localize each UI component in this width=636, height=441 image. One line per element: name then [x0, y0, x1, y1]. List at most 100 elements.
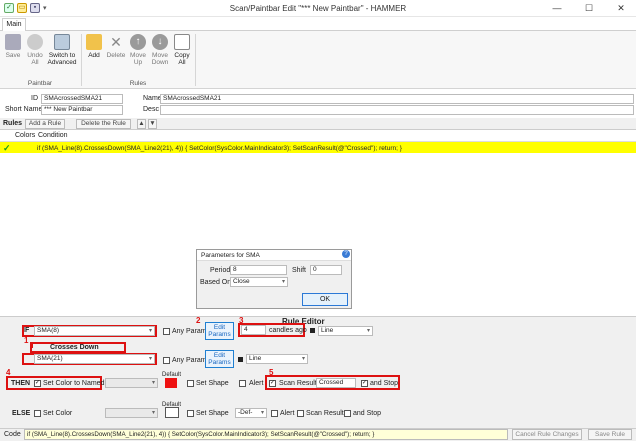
set-shape-label: Set Shape: [196, 380, 229, 387]
period-label: Period: [210, 267, 231, 274]
crosses-select[interactable]: Crosses Down: [50, 344, 99, 351]
any-params-checkbox-2[interactable]: [163, 357, 170, 364]
ribbon-separator: [81, 34, 82, 86]
else-set-shape-checkbox[interactable]: [187, 410, 194, 417]
maximize-button[interactable]: ☐: [574, 1, 604, 16]
delete-ribbon-button[interactable]: ✕ Delete: [106, 34, 126, 59]
and-stop-label: and Stop: [370, 380, 399, 387]
else-set-shape-label: Set Shape: [196, 410, 229, 417]
undo-icon: [27, 34, 43, 50]
window-title: Scan/Paintbar Edit "*** New Paintbar" - …: [229, 4, 407, 13]
id-label: ID: [31, 95, 38, 102]
else-set-color-label: Set Color: [43, 410, 73, 417]
code-label: Code: [4, 431, 21, 438]
minimize-button[interactable]: —: [542, 1, 572, 16]
candles-ago-field[interactable]: 4: [241, 325, 266, 335]
short-name-label: Short Name: [5, 106, 43, 113]
marker-2: 2: [196, 316, 201, 325]
then-label: THEN: [11, 380, 31, 387]
help-icon[interactable]: ?: [342, 250, 350, 258]
else-alert-checkbox[interactable]: [271, 410, 278, 417]
based-on-select[interactable]: Close: [230, 277, 288, 287]
line-type-select-2[interactable]: Line: [246, 354, 308, 364]
condition-column-header: Condition: [38, 132, 68, 139]
save-ribbon-button[interactable]: Save: [4, 34, 22, 59]
and-stop-checkbox[interactable]: ✓: [361, 380, 368, 387]
rule-down-icon[interactable]: ▼: [148, 119, 157, 129]
add-rule-button[interactable]: Add a Rule: [25, 119, 65, 129]
copy-icon: [174, 34, 190, 50]
alert-checkbox[interactable]: [239, 380, 246, 387]
else-label: ELSE: [12, 410, 31, 417]
delete-rule-button[interactable]: Delete the Rule: [76, 119, 131, 129]
tab-main[interactable]: Main: [2, 18, 26, 32]
else-alert-label: Alert: [280, 410, 295, 417]
color-swatch[interactable]: [165, 378, 177, 388]
tab-strip: [0, 17, 636, 31]
edit-params-button-2[interactable]: Edit Params: [205, 350, 234, 368]
else-scan-result-label: Scan Result: [306, 410, 344, 417]
cancel-rule-changes-button[interactable]: Cancel Rule Changes: [512, 429, 582, 440]
shift-label: Shift: [292, 267, 307, 274]
id-field[interactable]: SMAcrossedSMA21: [41, 94, 123, 104]
dialog-title: Parameters for SMA: [197, 250, 351, 261]
any-params-checkbox[interactable]: [163, 328, 170, 335]
desc-label: Desc: [143, 106, 159, 113]
alert-label: Alert: [249, 380, 264, 387]
marker-1: 1: [24, 336, 29, 345]
ok-button[interactable]: OK: [302, 293, 348, 306]
switch-advanced-icon: [54, 34, 70, 50]
if-indicator-select[interactable]: SMA(8): [34, 326, 155, 336]
line-type-select[interactable]: Line: [318, 326, 373, 336]
colors-column-header: Colors: [15, 132, 36, 139]
set-color-checkbox[interactable]: ✓: [34, 380, 41, 387]
name-field[interactable]: SMAcrossedSMA21: [160, 94, 634, 104]
desc-field[interactable]: [160, 105, 634, 115]
shift-field[interactable]: 0: [310, 265, 342, 275]
move-down-icon: ↓: [152, 34, 168, 50]
else-set-color-checkbox[interactable]: [34, 410, 41, 417]
move-down-button[interactable]: ↓ Move Down: [150, 34, 170, 66]
paintbar-group-label: Paintbar: [27, 80, 53, 87]
rule-up-icon[interactable]: ▲: [137, 119, 146, 129]
line-color-swatch: [310, 328, 315, 333]
based-on-label: Based On: [200, 279, 232, 286]
save-rule-button[interactable]: Save Rule: [588, 429, 632, 440]
scan-result-field[interactable]: Crossed: [316, 378, 356, 388]
close-button[interactable]: ✕: [606, 1, 636, 16]
short-name-field[interactable]: *** New Paintbar: [41, 105, 123, 115]
rules-column-header: [0, 130, 636, 142]
rules-group-label: Rules: [129, 80, 147, 87]
ribbon-separator: [195, 34, 196, 86]
scan-result-checkbox[interactable]: ✓: [269, 380, 276, 387]
name-label: Name: [143, 95, 162, 102]
copy-all-button[interactable]: Copy All: [172, 34, 192, 66]
set-shape-checkbox[interactable]: [187, 380, 194, 387]
code-field[interactable]: if (SMA_Line(8).CrossesDown(SMA_Line2(21…: [24, 429, 508, 440]
arrow-down-icon: [31, 344, 33, 348]
rule-condition-cell: if (SMA_Line(8).CrossesDown(SMA_Line2(21…: [37, 145, 402, 152]
move-up-icon: ↑: [130, 34, 146, 50]
add-rule-ribbon-button[interactable]: Add: [84, 34, 104, 59]
add-folder-icon: [86, 34, 102, 50]
set-color-label: Set Color to Named: [43, 380, 105, 387]
else-scan-result-checkbox[interactable]: [297, 410, 304, 417]
move-up-button[interactable]: ↑ Move Up: [128, 34, 148, 66]
delete-icon: ✕: [110, 34, 122, 50]
period-field[interactable]: 8: [230, 265, 287, 275]
rules-title: Rules: [3, 120, 23, 127]
edit-params-button[interactable]: Edit Params: [205, 322, 234, 340]
line-color-swatch-2: [238, 357, 243, 362]
undo-all-button[interactable]: Undo All: [26, 34, 44, 66]
else-color-select[interactable]: [105, 408, 158, 418]
named-color-select[interactable]: [105, 378, 158, 388]
save-icon: [5, 34, 21, 50]
else-shape-select[interactable]: -Def-: [235, 408, 267, 418]
else-and-stop-label: and Stop: [353, 410, 382, 417]
scan-result-label: Scan Result: [279, 380, 317, 387]
candles-ago-label: candles ago: [269, 327, 307, 334]
else-color-swatch[interactable]: [165, 407, 179, 418]
else-and-stop-checkbox[interactable]: [344, 410, 351, 417]
second-indicator-select[interactable]: SMA(21): [34, 354, 155, 364]
switch-advanced-button[interactable]: Switch to Advanced: [47, 34, 77, 66]
